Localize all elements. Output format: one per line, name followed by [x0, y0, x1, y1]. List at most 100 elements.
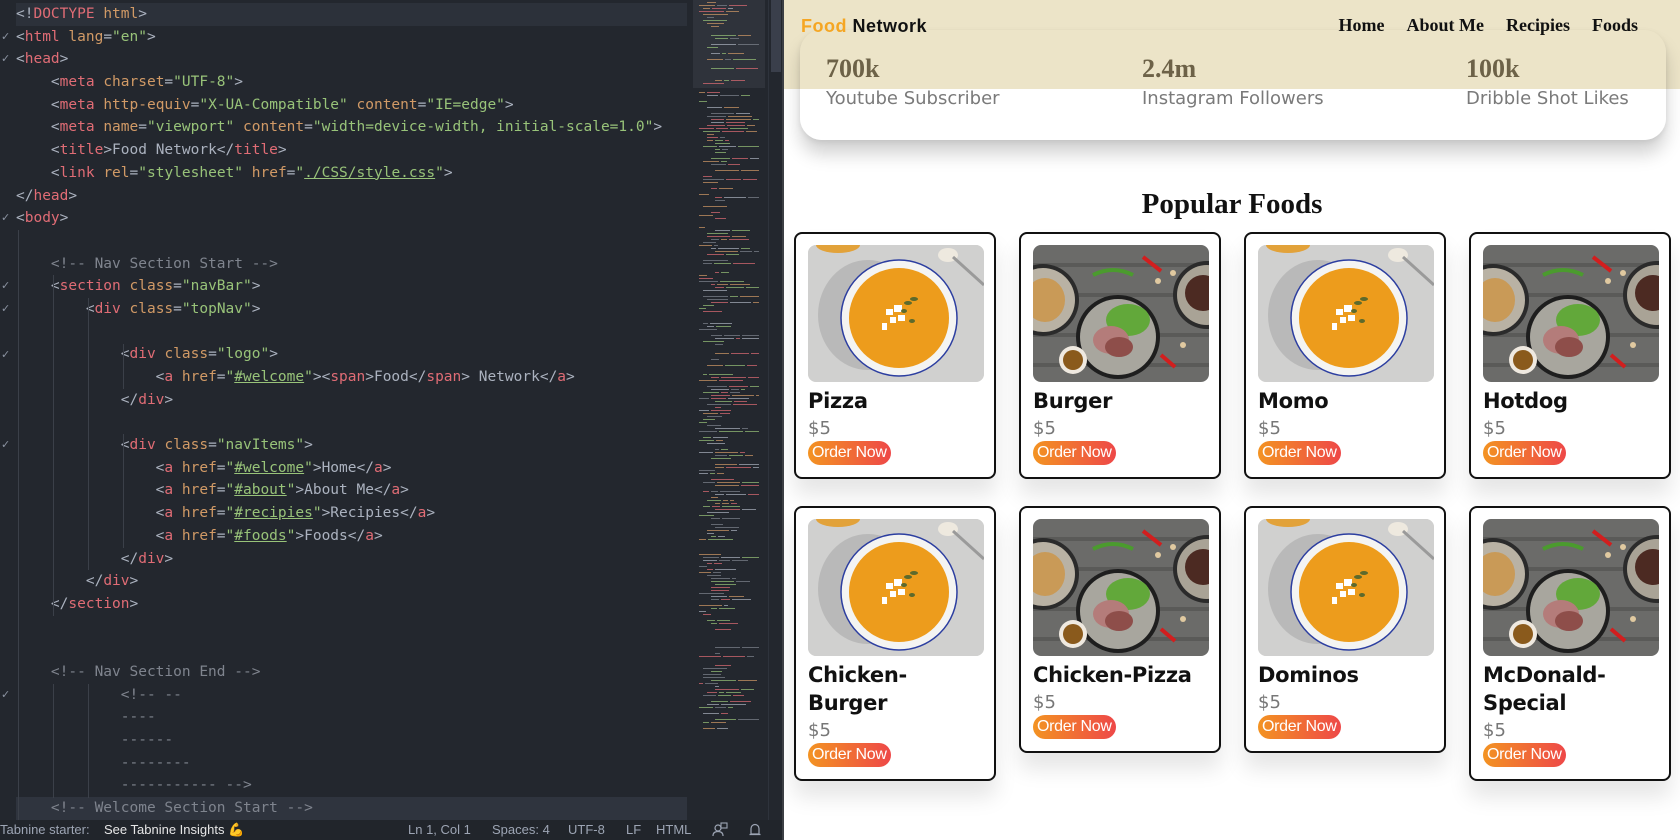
cursor-position[interactable]: Ln 1, Col 1 — [408, 820, 471, 840]
order-now-button[interactable]: Order Now — [808, 441, 891, 465]
scrollbar-thumb[interactable] — [771, 0, 781, 72]
editor-scrollbar[interactable] — [768, 0, 781, 820]
food-name: Chicken-Burger — [808, 663, 907, 715]
code-token: div — [94, 300, 121, 317]
code-line[interactable]: </head> — [16, 185, 687, 208]
minimap-line — [728, 8, 733, 9]
code-line[interactable]: <html lang="en"> — [16, 26, 687, 49]
fold-chevron-icon[interactable]: ✓ — [1, 207, 10, 230]
code-line[interactable]: <!-- Nav Section Start --> — [16, 253, 687, 276]
minimap-line — [711, 68, 734, 69]
minimap-line — [727, 125, 745, 126]
code-token: html — [103, 6, 139, 22]
fold-chevron-icon[interactable]: ✓ — [1, 684, 10, 707]
code-line[interactable]: ------ — [16, 729, 687, 752]
code-line[interactable] — [16, 230, 687, 253]
minimap-line — [703, 146, 717, 147]
code-line[interactable]: <a href="#recipies">Recipies</a> — [16, 502, 687, 525]
code-line[interactable]: <meta charset="UTF-8"> — [16, 71, 687, 94]
fold-chevron-icon[interactable]: ✓ — [1, 434, 10, 457]
code-line[interactable] — [16, 638, 687, 661]
minimap-line — [715, 464, 737, 465]
code-line[interactable]: </div> — [16, 570, 687, 593]
accounts-icon[interactable] — [712, 822, 728, 840]
code-line[interactable] — [16, 321, 687, 344]
order-now-button[interactable]: Order Now — [1483, 441, 1566, 465]
code-line[interactable]: <!-- -- — [16, 684, 687, 707]
code-token: div — [138, 550, 165, 567]
code-line[interactable] — [16, 411, 687, 434]
code-line[interactable]: <!-- Nav Section End --> — [16, 661, 687, 684]
minimap-line — [748, 377, 759, 378]
nav-recipies[interactable]: Recipies — [1506, 15, 1570, 36]
order-now-button[interactable]: Order Now — [1033, 441, 1116, 465]
code-line[interactable]: <body> — [16, 207, 687, 230]
minimap-line — [715, 689, 739, 690]
minimap-line — [707, 512, 729, 513]
code-line[interactable]: <link rel="stylesheet" href="./CSS/style… — [16, 162, 687, 185]
code-line[interactable]: </section> — [16, 593, 687, 616]
code-line[interactable]: <meta name="viewport" content="width=dev… — [16, 116, 687, 139]
indentation[interactable]: Spaces: 4 — [492, 820, 550, 840]
code-line[interactable]: <!DOCTYPE html> — [16, 3, 687, 26]
minimap-line — [711, 458, 731, 459]
code-line[interactable]: ---- — [16, 706, 687, 729]
bell-icon[interactable] — [748, 822, 762, 840]
line-ending[interactable]: LF — [626, 820, 641, 840]
minimap-line — [711, 164, 726, 165]
minimap-line — [703, 182, 718, 183]
code-line[interactable]: <div class="navItems"> — [16, 434, 687, 457]
order-now-button[interactable]: Order Now — [1258, 441, 1341, 465]
code-line[interactable]: <meta http-equiv="X-UA-Compatible" conte… — [16, 94, 687, 117]
code-line[interactable]: <a href="#welcome"><span>Food</span> Net… — [16, 366, 687, 389]
order-now-button[interactable]: Order Now — [808, 743, 891, 767]
code-line[interactable] — [16, 616, 687, 639]
encoding[interactable]: UTF-8 — [568, 820, 605, 840]
fold-chevron-icon[interactable]: ✓ — [1, 298, 10, 321]
code-line[interactable]: <div class="logo"> — [16, 343, 687, 366]
code-line[interactable]: <a href="#foods">Foods</a> — [16, 525, 687, 548]
minimap-line — [715, 272, 719, 273]
minimap[interactable] — [693, 0, 765, 820]
code-token: > — [138, 6, 147, 22]
code-editor[interactable]: ✓ ✓ ✓ ✓ ✓ ✓ ✓ ✓ <!DOCTYPE html> <html lang="en">… — [0, 0, 782, 820]
nav-about[interactable]: About Me — [1407, 15, 1485, 36]
code-line[interactable]: <!-- Welcome Section Start --> — [16, 797, 687, 820]
minimap-line — [711, 590, 729, 591]
minimap-line — [747, 656, 754, 657]
fold-chevron-icon[interactable]: ✓ — [1, 344, 10, 367]
minimap-line — [709, 374, 733, 375]
order-now-button[interactable]: Order Now — [1033, 715, 1116, 739]
minimap-line — [711, 302, 728, 303]
minimap-line — [742, 338, 759, 339]
code-line[interactable]: <head> — [16, 48, 687, 71]
code-line[interactable]: <section class="navBar"> — [16, 275, 687, 298]
minimap-line — [716, 326, 731, 327]
stats-card: 700k Youtube Subscriber 2.4m Instagram F… — [800, 30, 1666, 140]
code-line[interactable]: ----------- --> — [16, 774, 687, 797]
code-line[interactable]: -------- — [16, 752, 687, 775]
nav-home[interactable]: Home — [1339, 15, 1385, 36]
fold-chevron-icon[interactable]: ✓ — [1, 26, 10, 49]
code-line[interactable]: <a href="#welcome">Home</a> — [16, 457, 687, 480]
tabnine-insights-link[interactable]: See Tabnine Insights 💪 — [104, 820, 244, 840]
code-token: " — [225, 459, 235, 476]
code-token: > Network</ — [461, 369, 558, 385]
order-now-button[interactable]: Order Now — [1483, 743, 1566, 767]
code-token: ./CSS/style.css — [304, 164, 436, 181]
code-area[interactable]: <!DOCTYPE html> <html lang="en"> <head> <m… — [16, 3, 687, 820]
fold-chevron-icon[interactable]: ✓ — [1, 48, 10, 71]
minimap-line — [707, 530, 729, 531]
code-line[interactable]: <div class="topNav"> — [16, 298, 687, 321]
nav-foods[interactable]: Foods — [1592, 15, 1638, 36]
language-mode[interactable]: HTML — [656, 820, 691, 840]
site-logo[interactable]: Food Network — [801, 16, 927, 37]
code-line[interactable]: <title>Food Network</title> — [16, 139, 687, 162]
minimap-line — [717, 5, 727, 6]
code-token: DOCTYPE — [33, 6, 95, 22]
fold-chevron-icon[interactable]: ✓ — [1, 275, 10, 298]
code-line[interactable]: <a href="#about">About Me</a> — [16, 479, 687, 502]
code-line[interactable]: </div> — [16, 548, 687, 571]
order-now-button[interactable]: Order Now — [1258, 715, 1341, 739]
code-line[interactable]: </div> — [16, 389, 687, 412]
